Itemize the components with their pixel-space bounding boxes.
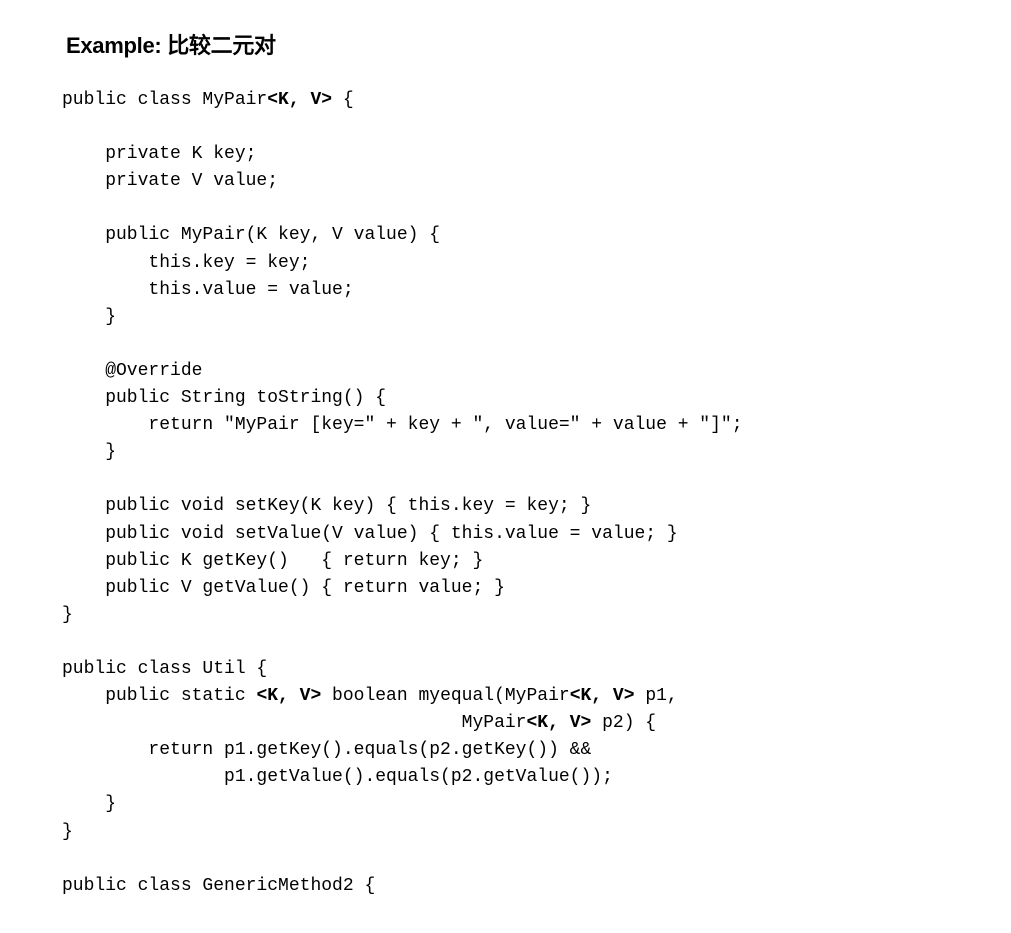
code-text: MyPair [62,713,527,734]
code-line: public class Util { [62,656,743,683]
code-line: private K key; [62,141,743,168]
code-line: return "MyPair [key=" + key + ", value="… [62,412,743,439]
code-text: this.value = value; [62,279,354,300]
code-line: } [62,304,743,331]
code-text: boolean myequal(MyPair [321,686,570,707]
code-generic-type: <K, V> [256,686,322,707]
code-text: public class GenericMethod2 { [62,875,376,896]
code-line: public static <K, V> boolean myequal(MyP… [62,683,743,710]
code-text: this.key = key; [62,252,311,273]
code-text: @Override [62,360,203,381]
code-line: public String toString() { [62,385,743,412]
code-generic-type: <K, V> [569,686,635,707]
code-text: return p1.getKey().equals(p2.getKey()) &… [62,740,592,761]
code-line: this.value = value; [62,277,743,304]
code-line: MyPair<K, V> p2) { [62,710,743,737]
code-text: p1.getValue().equals(p2.getValue()); [62,767,613,788]
code-line: public class GenericMethod2 { [62,873,743,900]
code-line: p1.getValue().equals(p2.getValue()); [62,764,743,791]
code-text: } [62,604,73,625]
code-line: public class MyPair<K, V> { [62,87,743,114]
code-line: public void setKey(K key) { this.key = k… [62,493,743,520]
slide-title: Example: 比较二元对 [66,33,276,58]
code-line: public K getKey() { return key; } [62,548,743,575]
code-text: public K getKey() { return key; } [62,550,484,571]
code-line: } [62,819,743,846]
code-text: p2) { [591,713,657,734]
code-line: return p1.getKey().equals(p2.getKey()) &… [62,737,743,764]
code-text: public static [62,686,257,707]
code-generic-type: <K, V> [267,90,333,110]
code-line: public V getValue() { return value; } [62,575,743,602]
code-text: public class MyPair [62,90,268,110]
code-line: } [62,791,743,818]
code-text: } [62,821,73,842]
code-text: return "MyPair [key=" + key + ", value="… [62,415,743,436]
code-line: this.key = key; [62,250,743,277]
code-text: public MyPair(K key, V value) { [62,225,441,246]
code-line: private V value; [62,168,743,195]
code-text: private K key; [62,144,257,165]
code-line: @Override [62,358,743,385]
code-block: public class MyPair<K, V> { private K ke… [62,87,743,900]
code-text: public String toString() { [62,388,387,409]
code-line: } [62,602,743,629]
code-text: { [332,90,354,110]
code-generic-type: <K, V> [526,713,592,734]
code-text: private V value; [62,171,279,192]
code-line: public MyPair(K key, V value) { [62,222,743,249]
slide-page: Example: 比较二元对 public class MyPair<K, V>… [0,0,1011,933]
code-line: } [62,439,743,466]
code-text: } [62,306,117,327]
code-text: } [62,794,117,815]
code-text: public void setValue(V value) { this.val… [62,523,678,544]
code-text: public class Util { [62,658,268,679]
code-text: public void setKey(K key) { this.key = k… [62,496,592,517]
code-text: public V getValue() { return value; } [62,577,505,598]
code-text: } [62,442,117,463]
code-line: public void setValue(V value) { this.val… [62,521,743,548]
code-text: p1, [634,686,678,707]
